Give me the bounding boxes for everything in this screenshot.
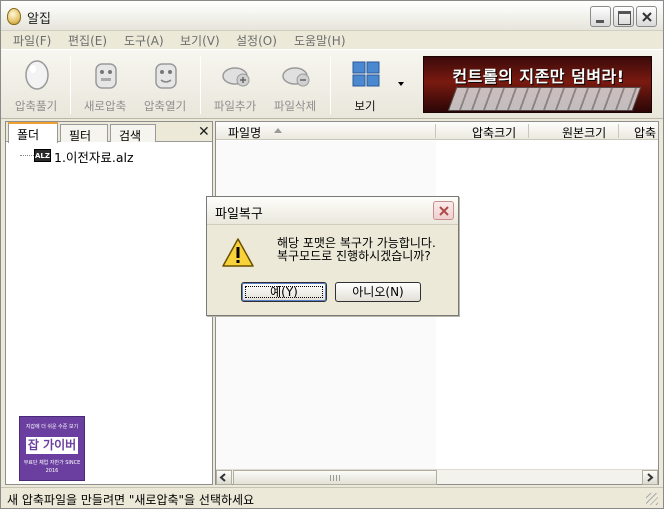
delete-file-button[interactable]: 파일삭제 [265,52,325,118]
column-header: 파일명 압축크기 원본크기 압축 [216,122,658,140]
new-archive-label: 새로압축 [83,99,127,113]
view-grid-icon [352,61,380,87]
menu-tools[interactable]: 도구(A) [124,32,164,49]
view-dropdown-arrow-icon[interactable] [398,82,404,86]
side-ad[interactable]: 지갑에 더 쉬운 수준 보기 잡 가이버 무료단 채업 자반가 SINCE 20… [19,416,85,481]
tab-filter[interactable]: 필터 [60,124,108,143]
title-bar[interactable]: 알집 [1,1,663,31]
menu-settings[interactable]: 설정(O) [236,32,277,49]
add-file-icon [222,67,250,87]
new-archive-icon [95,63,117,89]
new-archive-button[interactable]: 새로압축 [75,52,135,118]
arrow-left-icon [219,473,226,482]
dialog-message-line2: 복구모드로 진행하시겠습니까? [277,249,431,263]
close-window-button[interactable] [636,6,657,27]
close-icon [642,12,652,22]
warning-icon [222,238,254,267]
menu-help[interactable]: 도움말(H) [294,32,346,49]
delete-file-label: 파일삭제 [273,99,317,113]
extract-label: 압축풀기 [14,99,58,113]
no-button[interactable]: 아니오(N) [335,282,421,302]
column-separator[interactable] [618,124,619,138]
focus-rectangle [245,286,323,298]
horizontal-scrollbar[interactable] [216,469,658,485]
toolbar-separator [70,56,71,114]
column-compressed-size[interactable]: 압축크기 [472,124,516,141]
open-archive-icon [155,63,177,89]
menu-edit[interactable]: 편집(E) [68,32,107,49]
yes-button[interactable]: 예(Y) [241,282,327,302]
arrow-right-icon [647,473,654,482]
scroll-right-button[interactable] [642,470,658,485]
banner-ad[interactable]: 컨트롤의 지존만 덤벼라! [423,56,652,113]
tree-connector [20,155,34,156]
add-file-label: 파일추가 [213,99,257,113]
keyboard-image [447,87,642,111]
menu-view[interactable]: 보기(V) [180,32,220,49]
dialog-message: 해당 포맷은 복구가 가능합니다. 복구모드로 진행하시겠습니까? [277,237,436,263]
menu-file[interactable]: 파일(F) [13,32,51,49]
tree-item-archive[interactable]: 1.이전자료.alz [54,147,134,166]
maximize-button[interactable] [613,6,634,27]
delete-file-icon [282,67,310,87]
tab-search[interactable]: 검색 [110,124,156,143]
no-button-label: 아니오(N) [352,285,404,299]
toolbar-separator [330,56,331,114]
panel-tabs: 폴더 필터 검색 ✕ [6,122,212,143]
column-filename[interactable]: 파일명 [228,124,261,141]
extract-button[interactable]: 압축풀기 [6,52,66,118]
recovery-dialog: 파일복구 해당 포맷은 복구가 가능합니다. 복구모드로 진행하시겠습니까? 예… [206,196,459,316]
status-bar: 새 압축파일을 만들려면 "새로압축"을 선택하세요 [1,487,663,508]
window-title: 알집 [27,12,51,27]
tab-folder[interactable]: 폴더 [8,122,58,143]
side-ad-bottom-text: 무료단 채업 자반가 SINCE 2016 [23,460,81,474]
minimize-button[interactable] [590,6,611,27]
side-ad-logo: 잡 가이버 [26,437,78,454]
column-separator[interactable] [528,124,529,138]
open-archive-label: 압축열기 [143,99,187,113]
scroll-left-button[interactable] [216,470,232,485]
toolbar-separator [200,56,201,114]
status-text: 새 압축파일을 만들려면 "새로압축"을 선택하세요 [7,493,255,507]
scroll-thumb[interactable] [233,470,437,485]
view-button[interactable]: 보기 [335,52,395,118]
column-original-size[interactable]: 원본크기 [562,124,606,141]
app-egg-icon [7,8,21,25]
column-separator[interactable] [435,124,436,138]
close-icon [439,206,449,216]
banner-text: 컨트롤의 지존만 덤벼라! [452,67,625,86]
resize-grip-icon[interactable] [646,493,658,505]
folder-panel: 폴더 필터 검색 ✕ ALZ 1.이전자료.alz 지갑에 더 쉬운 수준 보기… [5,121,213,485]
add-file-button[interactable]: 파일추가 [205,52,265,118]
alz-file-icon: ALZ [34,149,51,162]
extract-egg-icon [25,60,49,90]
dialog-title-bar[interactable]: 파일복구 [207,197,458,225]
scroll-grip-icon [330,475,340,481]
menu-bar: 파일(F) 편집(E) 도구(A) 보기(V) 설정(O) 도움말(H) [1,31,663,49]
open-archive-button[interactable]: 압축열기 [135,52,195,118]
sort-up-icon [274,128,282,133]
panel-close-icon[interactable]: ✕ [198,124,210,140]
dialog-close-button[interactable] [433,201,454,220]
view-label: 보기 [354,99,376,113]
side-ad-top-text: 지갑에 더 쉬운 수준 보기 [25,424,79,430]
column-ratio[interactable]: 압축 [634,124,656,141]
dialog-title: 파일복구 [215,207,263,222]
main-window: 알집 파일(F) 편집(E) 도구(A) 보기(V) 설정(O) 도움말(H) … [0,0,664,509]
